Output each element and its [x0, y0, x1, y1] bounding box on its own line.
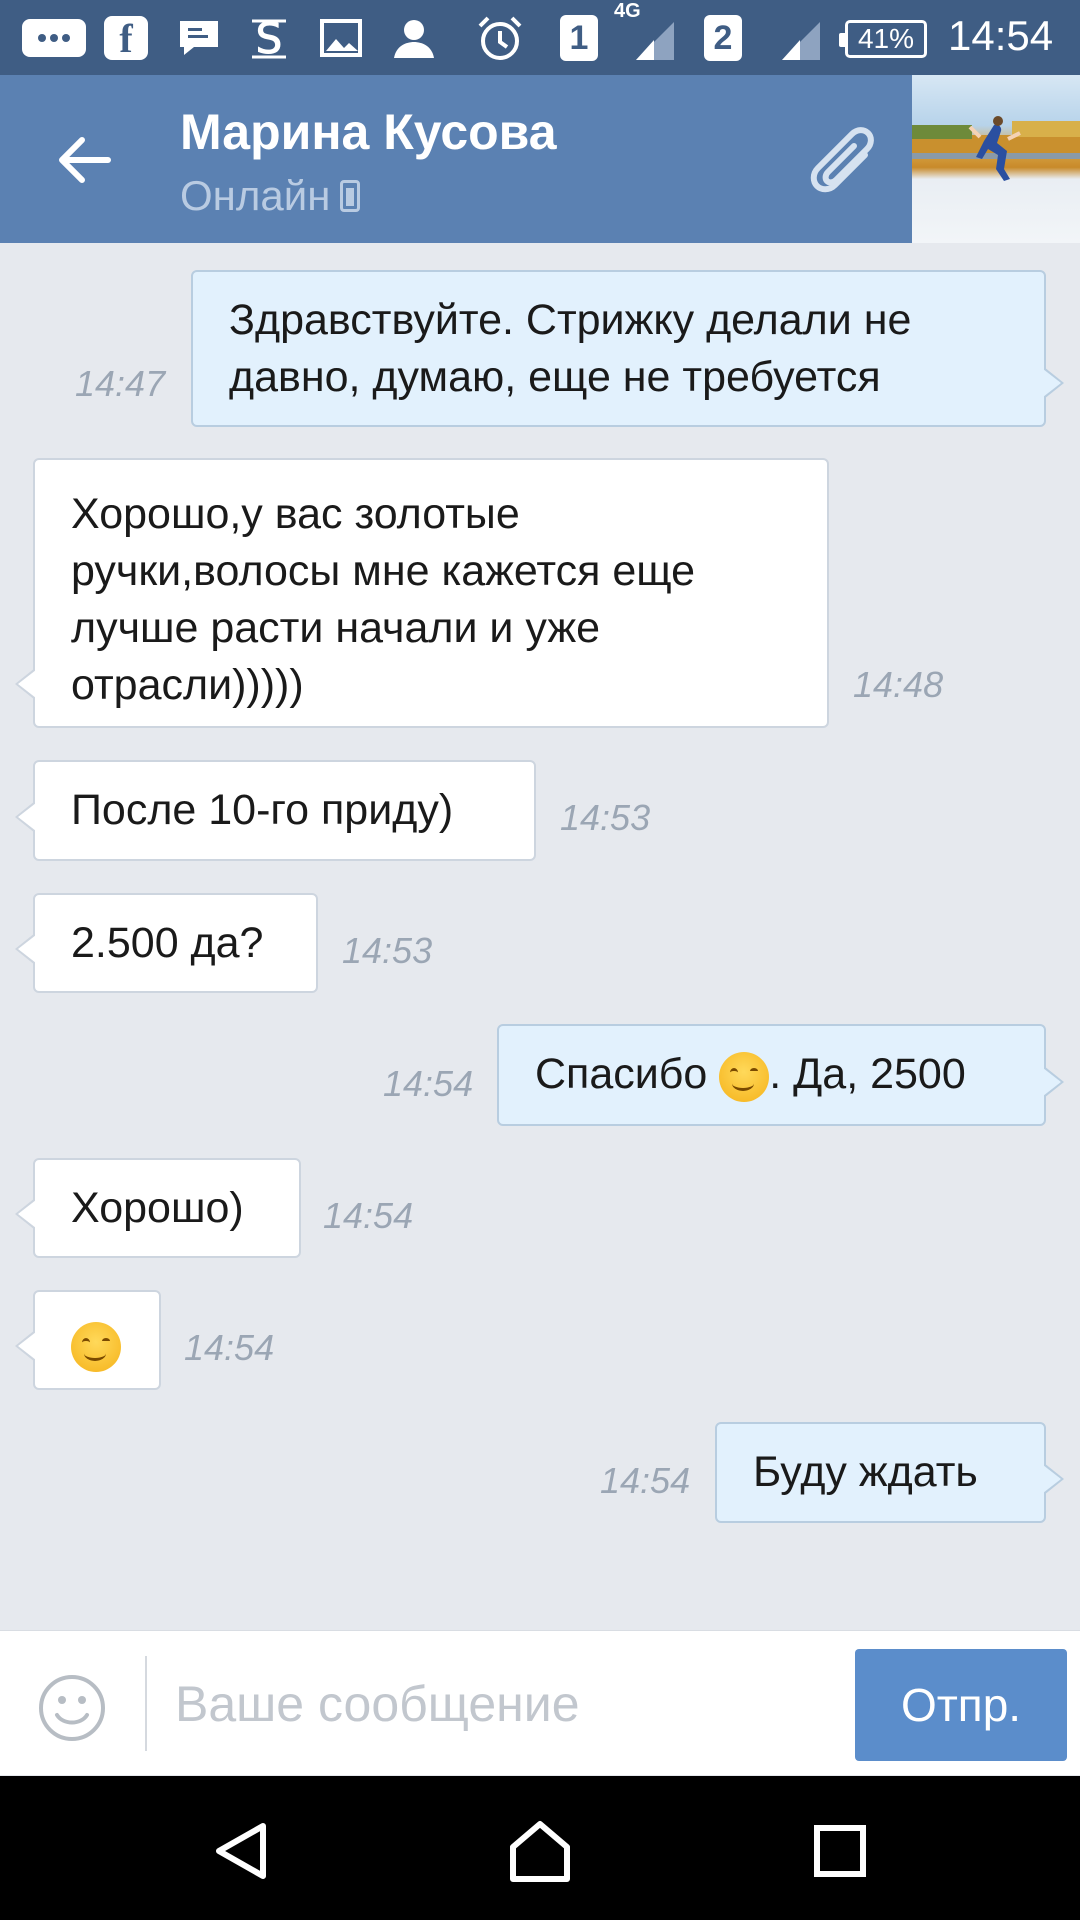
smiling-face-emoji: [71, 1321, 121, 1372]
message-bubble-outgoing[interactable]: Здравствуйте. Стрижку делали не давно, д…: [191, 270, 1064, 427]
navigation-bar: [0, 1776, 1080, 1920]
sim2-label: 2: [704, 15, 742, 61]
gallery-icon: [320, 14, 362, 62]
divider: [145, 1656, 147, 1751]
triangle-back-icon: [216, 1823, 266, 1879]
message-time: 14:53: [342, 930, 433, 971]
facebook-icon: f: [104, 14, 148, 62]
message-text: Спасибо: [535, 1050, 708, 1098]
message-time: 14:54: [600, 1460, 691, 1501]
arrow-left-icon: [59, 137, 111, 183]
message-bubble-incoming[interactable]: Хорошо,у вас золотые ручки,волосы мне ка…: [15, 458, 829, 728]
message-time: 14:53: [560, 797, 651, 838]
status-bar: f S 1 4G 2 41% 14:54: [0, 0, 1080, 75]
message-bubble-incoming[interactable]: [15, 1290, 161, 1390]
home-icon: [510, 1821, 570, 1882]
signal-icon: [782, 22, 820, 60]
message-line: 2.500 да?: [71, 919, 264, 967]
s-app-icon: S: [248, 14, 290, 62]
back-button[interactable]: [50, 125, 120, 195]
message-time: 14:54: [323, 1195, 414, 1236]
sim1-icon: 1: [560, 14, 598, 62]
contact-status: Онлайн: [180, 172, 361, 220]
status-time: 14:54: [948, 12, 1054, 59]
message-line: отрасли))))): [71, 661, 304, 709]
smiling-face-emoji: [719, 1051, 770, 1102]
chat-icon: [176, 14, 222, 62]
square-recents-icon: [814, 1825, 866, 1877]
message-line: Хорошо,у вас золотые: [71, 490, 520, 538]
nav-back-button[interactable]: [196, 1806, 286, 1896]
send-button[interactable]: Отпр.: [855, 1649, 1067, 1761]
sim1-label: 1: [560, 15, 598, 61]
mobile-phone-icon: [340, 180, 361, 212]
sim2-icon: 2: [704, 14, 742, 62]
message-line: Хорошо): [71, 1184, 244, 1232]
message-line: давно, думаю, еще не требуется: [229, 353, 881, 401]
message-line: ручки,волосы мне кажется еще: [71, 547, 696, 595]
smile-icon[interactable]: [37, 1673, 107, 1743]
message-line: Здравствуйте. Стрижку делали не: [229, 296, 912, 344]
message-input[interactable]: [175, 1661, 835, 1746]
message-text: . Да, 2500: [769, 1050, 966, 1098]
alarm-icon: [476, 14, 524, 62]
message-time: 14:47: [75, 363, 166, 404]
nav-recents-button[interactable]: [795, 1806, 885, 1896]
message-line: Буду ждать: [753, 1448, 978, 1496]
nav-home-button[interactable]: [495, 1806, 585, 1896]
message-time: 14:54: [383, 1063, 474, 1104]
paperclip-icon[interactable]: [795, 115, 885, 205]
message-composer: Отпр.: [0, 1630, 1080, 1775]
message-time: 14:54: [184, 1327, 275, 1368]
contact-avatar[interactable]: [912, 75, 1080, 243]
message-time: 14:48: [853, 664, 944, 705]
contact-name[interactable]: Марина Кусова: [180, 103, 557, 161]
signal-icon: [636, 22, 674, 60]
message-bubble-outgoing[interactable]: Спасибо . Да, 2500: [497, 1024, 1064, 1126]
message-line: лучше расти начали и уже: [71, 604, 601, 652]
person-icon: [392, 14, 436, 62]
status-label: Онлайн: [180, 172, 331, 219]
message-bubble-incoming[interactable]: После 10-го приду): [15, 760, 536, 861]
message-icon: [22, 14, 86, 62]
message-bubble-outgoing[interactable]: Буду ждать: [715, 1422, 1064, 1523]
message-line: После 10-го приду): [71, 786, 454, 834]
battery-indicator: 41%: [839, 20, 927, 58]
message-bubble-incoming[interactable]: Хорошо): [15, 1158, 301, 1258]
message-bubble-incoming[interactable]: 2.500 да?: [15, 893, 318, 993]
